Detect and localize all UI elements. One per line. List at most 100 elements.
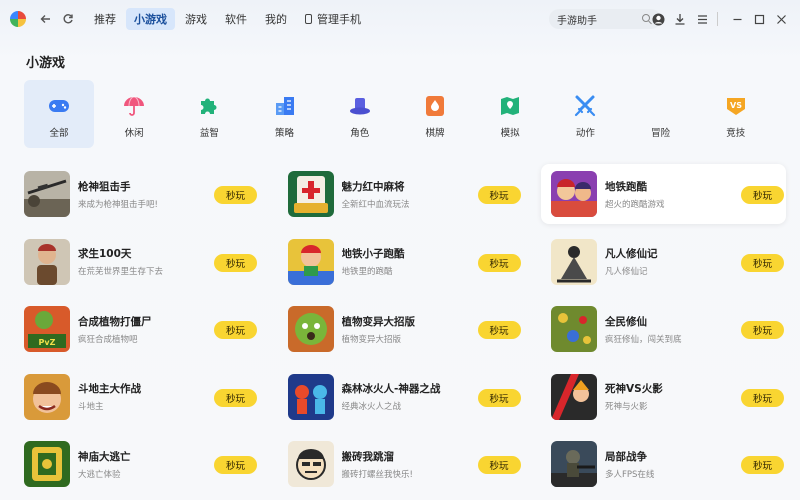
game-row: 神庙大逃亡 大逃亡体验 秒玩 搬砖我跳溜 搬砖打螺丝我快乐! 秒玩 局部战争 多… <box>14 434 786 500</box>
game-card[interactable]: 死神VS火影 死神与火影 秒玩 <box>541 367 786 427</box>
instant-play-button[interactable]: 秒玩 <box>477 456 521 474</box>
game-thumbnail <box>24 238 70 285</box>
game-description: 超火的跑酷游戏 <box>605 199 665 210</box>
game-grid: 枪神狙击手 来成为枪神狙击手吧! 秒玩 魅力红中麻将 全新红中血流玩法 秒玩 地… <box>14 164 786 500</box>
instant-play-button[interactable]: 秒玩 <box>477 186 521 204</box>
instant-play-button[interactable]: 秒玩 <box>477 388 521 407</box>
instant-play-button[interactable]: 秒玩 <box>477 253 521 272</box>
game-card[interactable]: 魅力红中麻将 全新红中血流玩法 秒玩 <box>278 164 523 224</box>
game-thumbnail <box>551 441 597 487</box>
phone-icon <box>305 14 312 24</box>
download-icon[interactable] <box>671 10 689 28</box>
menu-icon[interactable] <box>693 10 711 28</box>
category-strategy[interactable]: 策略 <box>250 80 320 148</box>
game-card[interactable]: 求生100天 在荒芜世界里生存下去 秒玩 <box>14 232 259 292</box>
category-label: 模拟 <box>500 128 520 139</box>
game-title: 斗地主大作战 <box>78 383 141 395</box>
tab-mini-games[interactable]: 小游戏 <box>126 8 175 30</box>
tab-games[interactable]: 游戏 <box>177 8 215 30</box>
category-chess-cards[interactable]: 棋牌 <box>400 80 470 148</box>
category-puzzle[interactable]: 益智 <box>174 80 244 148</box>
category-bar: 全部 休闲 益智 策略 角色 棋牌 模拟 动作 冒险 VS 竞技 <box>24 80 776 148</box>
back-arrow-icon[interactable] <box>38 11 54 27</box>
app-logo-icon <box>10 11 26 27</box>
game-card[interactable]: 神庙大逃亡 大逃亡体验 秒玩 <box>14 434 259 494</box>
game-thumbnail <box>24 441 70 487</box>
game-thumbnail <box>551 238 597 285</box>
category-all[interactable]: 全部 <box>24 80 94 148</box>
game-description: 搬砖打螺丝我快乐! <box>341 469 413 480</box>
user-avatar-icon[interactable] <box>649 10 667 28</box>
category-role[interactable]: 角色 <box>325 80 395 148</box>
game-description: 植物变异大招版 <box>341 334 402 345</box>
game-thumbnail <box>551 171 597 217</box>
crossed-swords-icon <box>573 94 597 118</box>
game-card[interactable]: 斗地主大作战 斗地主 秒玩 <box>14 367 259 427</box>
instant-play-button[interactable]: 秒玩 <box>741 388 784 407</box>
game-card[interactable]: 森林冰火人-神器之战 经典冰火人之战 秒玩 <box>278 367 523 427</box>
game-card[interactable]: 搬砖我跳溜 搬砖打螺丝我快乐! 秒玩 <box>278 434 523 494</box>
game-row: 枪神狙击手 来成为枪神狙击手吧! 秒玩 魅力红中麻将 全新红中血流玩法 秒玩 地… <box>14 164 786 232</box>
map-pin-icon <box>498 94 522 118</box>
card-suit-icon <box>423 94 447 118</box>
instant-play-button[interactable]: 秒玩 <box>214 186 257 204</box>
instant-play-button[interactable]: 秒玩 <box>214 253 257 272</box>
game-title: 地铁小子跑酷 <box>341 248 405 260</box>
category-competitive[interactable]: VS 竞技 <box>701 80 771 148</box>
game-card[interactable]: 凡人修仙记 凡人修仙记 秒玩 <box>541 232 786 292</box>
maximize-icon[interactable] <box>750 10 768 28</box>
tab-recommend[interactable]: 推荐 <box>86 8 124 30</box>
game-title: 求生100天 <box>78 248 132 260</box>
game-thumbnail <box>287 306 334 352</box>
game-description: 地铁里的跑酷 <box>341 267 393 277</box>
app-window: 推荐 小游戏 游戏 软件 我的 管理手机 手游助手 小游戏 全部 休闲 益智 策… <box>0 0 800 500</box>
minimize-icon[interactable] <box>728 10 746 28</box>
instant-play-button[interactable]: 秒玩 <box>741 321 784 339</box>
game-card[interactable]: 局部战争 多人FPS在线 秒玩 <box>541 434 786 494</box>
game-title: 森林冰火人-神器之战 <box>341 383 441 395</box>
game-title: 局部战争 <box>605 450 647 463</box>
instant-play-button[interactable]: 秒玩 <box>741 186 784 204</box>
tab-software[interactable]: 软件 <box>217 8 255 30</box>
game-card[interactable]: 地铁跑酷 超火的跑酷游戏 秒玩 <box>541 164 786 224</box>
window-controls <box>645 10 790 28</box>
instant-play-button[interactable]: 秒玩 <box>741 456 784 474</box>
category-label: 休闲 <box>124 128 144 139</box>
top-bar: 推荐 小游戏 游戏 软件 我的 管理手机 <box>0 0 800 38</box>
instant-play-button[interactable]: 秒玩 <box>214 388 257 407</box>
game-card[interactable]: PvZ 合成植物打僵尸 疯狂合成植物吧 秒玩 <box>14 299 259 359</box>
game-thumbnail <box>287 373 334 420</box>
category-action[interactable]: 动作 <box>550 80 620 148</box>
category-simulation[interactable]: 模拟 <box>475 80 545 148</box>
game-description: 来成为枪神狙击手吧! <box>78 199 158 210</box>
game-card[interactable]: 地铁小子跑酷 地铁里的跑酷 秒玩 <box>278 232 523 292</box>
main-tabs: 推荐 小游戏 游戏 软件 我的 管理手机 <box>86 8 371 30</box>
tab-mine[interactable]: 我的 <box>257 8 295 30</box>
close-icon[interactable] <box>772 10 790 28</box>
game-row: 求生100天 在荒芜世界里生存下去 秒玩 地铁小子跑酷 地铁里的跑酷 秒玩 凡人… <box>14 232 786 300</box>
game-thumbnail <box>24 171 70 217</box>
category-label: 冒险 <box>651 128 671 139</box>
search-input[interactable] <box>557 13 639 25</box>
game-thumbnail <box>24 373 70 420</box>
game-thumbnail <box>551 373 597 420</box>
section-title: 小游戏 <box>26 56 66 71</box>
game-description: 死神与火影 <box>605 402 648 412</box>
game-card[interactable]: 全民修仙 疯狂修仙，闯关到底 秒玩 <box>541 299 786 359</box>
instant-play-button[interactable]: 秒玩 <box>214 456 257 474</box>
game-description: 在荒芜世界里生存下去 <box>78 267 164 277</box>
category-label: 动作 <box>575 128 595 139</box>
umbrella-icon <box>122 94 146 118</box>
refresh-icon[interactable] <box>60 11 76 27</box>
category-casual[interactable]: 休闲 <box>99 80 169 148</box>
game-card[interactable]: 枪神狙击手 来成为枪神狙击手吧! 秒玩 <box>14 164 259 224</box>
game-thumbnail: PvZ <box>24 306 70 352</box>
instant-play-button[interactable]: 秒玩 <box>741 253 784 272</box>
instant-play-button[interactable]: 秒玩 <box>477 321 521 339</box>
category-adventure[interactable]: 冒险 <box>626 80 696 148</box>
game-thumbnail <box>287 171 334 217</box>
category-label: 角色 <box>350 128 370 139</box>
tab-manage-phone[interactable]: 管理手机 <box>297 8 369 30</box>
instant-play-button[interactable]: 秒玩 <box>214 321 257 339</box>
game-card[interactable]: 植物变异大招版 植物变异大招版 秒玩 <box>278 299 523 359</box>
